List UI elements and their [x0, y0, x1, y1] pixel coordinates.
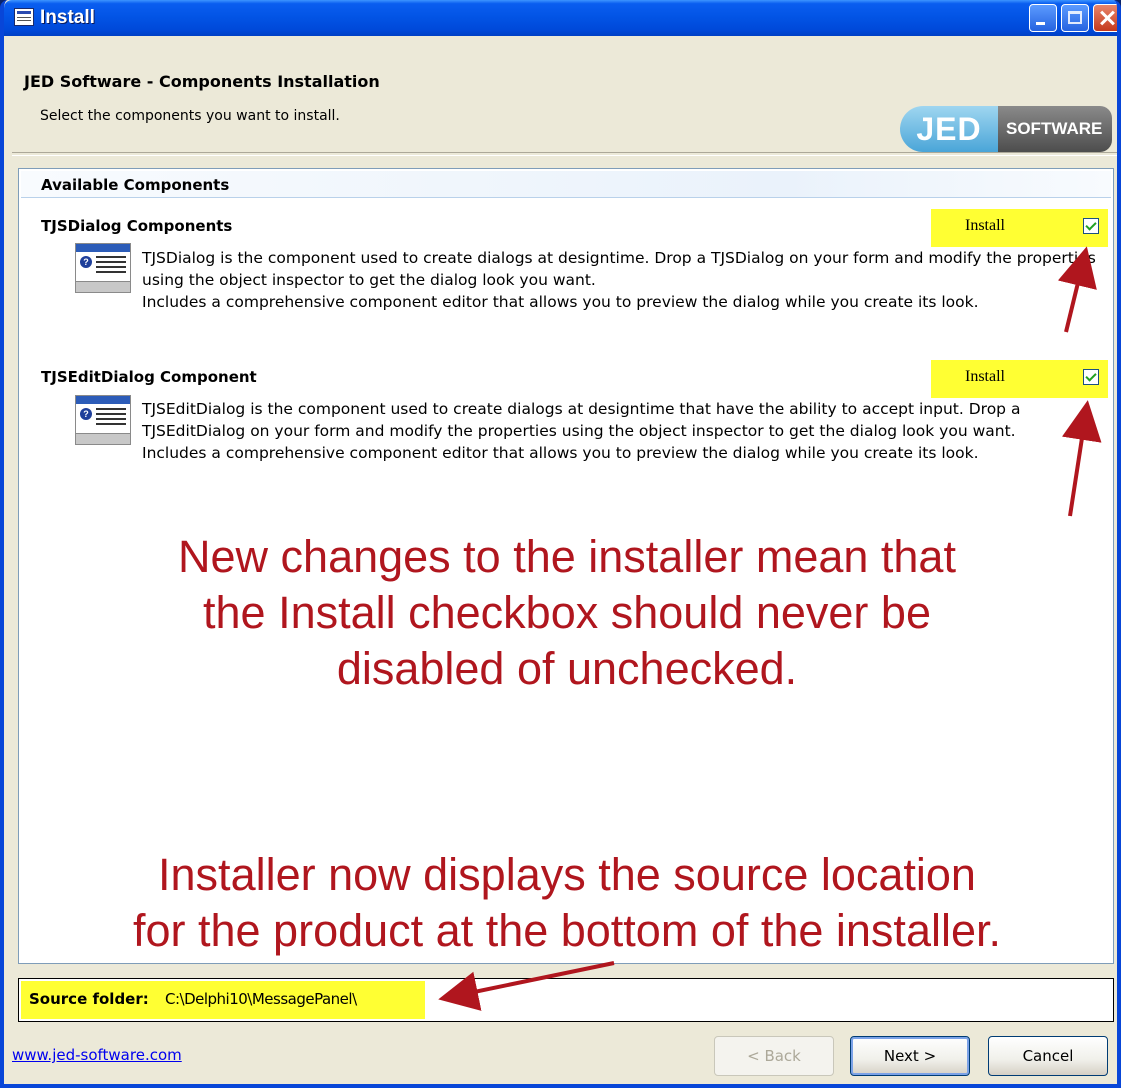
source-folder-box: Source folder: C:\Delphi10\MessagePanel\ [18, 978, 1114, 1022]
annotation-line: New changes to the installer mean that [178, 531, 956, 582]
window-title: Install [40, 7, 95, 28]
components-panel: Available Components TJSDialog Component… [18, 168, 1114, 964]
annotation-line: disabled of unchecked. [336, 643, 798, 694]
logo-software-text: SOFTWARE [986, 106, 1112, 152]
edit-dialog-component-icon: ? [75, 395, 131, 445]
header-separator [12, 152, 1117, 156]
wizard-header: JED Software - Components Installation S… [4, 36, 1117, 152]
annotation-note-source: Installer now displays the source locati… [19, 847, 1115, 959]
annotation-note-checkbox: New changes to the installer mean that t… [19, 529, 1115, 697]
install-label: Install [965, 217, 1005, 234]
website-link[interactable]: www.jed-software.com [12, 1046, 182, 1064]
cancel-button[interactable]: Cancel [988, 1036, 1108, 1076]
description-text: TJSDialog is the component used to creat… [142, 249, 1096, 289]
page-title: JED Software - Components Installation [24, 72, 380, 91]
install-option: Install [931, 209, 1108, 247]
component-title: TJSEditDialog Component [41, 368, 257, 386]
panel-heading-label: Available Components [41, 176, 230, 194]
maximize-button[interactable] [1061, 4, 1089, 32]
annotation-line: Installer now displays the source locati… [158, 849, 976, 900]
minimize-button[interactable] [1029, 4, 1057, 32]
component-description: TJSDialog is the component used to creat… [142, 247, 1102, 313]
description-text: TJSEditDialog is the component used to c… [142, 400, 1021, 440]
install-option: Install [931, 360, 1108, 398]
page-subtitle: Select the components you want to instal… [40, 108, 340, 124]
next-button[interactable]: Next > [850, 1036, 970, 1076]
annotation-line: for the product at the bottom of the ins… [132, 905, 1001, 956]
dialog-component-icon: ? [75, 243, 131, 293]
source-folder-path: C:\Delphi10\MessagePanel\ [165, 990, 357, 1008]
title-bar[interactable]: Install [4, 0, 1117, 36]
install-window: Install JED Software - Components Instal… [0, 0, 1121, 1088]
description-text: Includes a comprehensive component edito… [142, 444, 979, 462]
install-label: Install [965, 368, 1005, 385]
annotation-line: the Install checkbox should never be [203, 587, 931, 638]
panel-heading: Available Components [21, 171, 1111, 198]
install-checkbox[interactable] [1083, 218, 1099, 234]
logo-jed-text: JED [900, 106, 998, 152]
close-button[interactable] [1093, 4, 1117, 32]
installer-window-icon [14, 8, 34, 26]
back-button[interactable]: < Back [714, 1036, 834, 1076]
source-folder-label: Source folder: [29, 990, 149, 1008]
jed-software-logo: SOFTWARE JED [900, 106, 1112, 152]
component-title: TJSDialog Components [41, 217, 233, 235]
component-description: TJSEditDialog is the component used to c… [142, 398, 1102, 464]
description-text: Includes a comprehensive component edito… [142, 293, 979, 311]
install-checkbox[interactable] [1083, 369, 1099, 385]
